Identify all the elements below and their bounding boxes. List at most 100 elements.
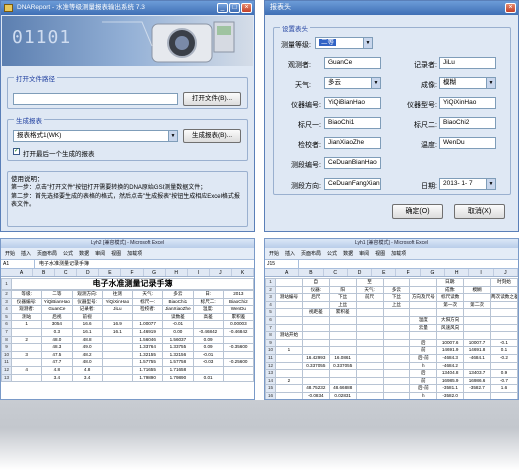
table-cell[interactable] xyxy=(275,323,303,333)
ribbon-tab[interactable]: 视图 xyxy=(111,248,121,259)
table-cell[interactable]: -4684.3 xyxy=(436,353,465,363)
table-cell[interactable]: 多云 xyxy=(382,285,411,295)
table-cell[interactable] xyxy=(10,327,43,337)
table-cell[interactable]: 自 xyxy=(301,278,330,287)
table-cell[interactable] xyxy=(328,278,357,287)
table-cell[interactable] xyxy=(301,323,330,333)
instr-no-input[interactable]: YiQiBianHao xyxy=(324,97,381,109)
table-cell[interactable]: 13404.8 xyxy=(436,369,465,378)
table-cell[interactable]: 48.8 xyxy=(71,335,103,345)
table-cell[interactable]: -3581.1 xyxy=(436,384,465,393)
table-cell[interactable]: 天气: xyxy=(131,290,164,299)
table-cell[interactable]: 日期: xyxy=(436,278,465,287)
table-cell[interactable]: 第一次 xyxy=(436,300,465,310)
open-file-button[interactable]: 打开文件(B)... xyxy=(183,92,241,106)
table-cell[interactable]: 1 xyxy=(10,320,43,329)
rod1-input[interactable]: BiaoChi1 xyxy=(324,117,381,129)
table-cell[interactable] xyxy=(382,384,411,393)
table-cell[interactable] xyxy=(355,353,384,363)
table-cell[interactable]: 时刻始 xyxy=(490,278,518,287)
table-cell[interactable] xyxy=(328,315,357,325)
table-cell[interactable]: 下丝 xyxy=(328,293,357,302)
table-cell[interactable]: -0.03 xyxy=(192,358,224,367)
table-cell[interactable]: 仪器编号: xyxy=(10,297,43,307)
table-cell[interactable]: 后 xyxy=(409,369,438,378)
table-cell[interactable]: 多云 xyxy=(162,290,194,299)
column-header[interactable]: C xyxy=(324,269,348,276)
table-cell[interactable]: 上丝 xyxy=(328,300,357,310)
table-cell[interactable]: 大阳方向 xyxy=(436,315,465,325)
instr-model-input[interactable]: YiQiXinHao xyxy=(439,97,496,109)
column-header[interactable]: A xyxy=(11,269,34,276)
table-cell[interactable]: 16.6 xyxy=(71,320,103,329)
table-cell[interactable] xyxy=(409,278,438,287)
table-cell[interactable] xyxy=(382,308,411,317)
table-cell[interactable] xyxy=(355,361,384,371)
table-cell[interactable] xyxy=(382,315,411,325)
table-cell[interactable]: 48.3 xyxy=(41,343,73,352)
section-dir-input[interactable]: CeDuanFangXian xyxy=(324,178,381,190)
table-cell[interactable] xyxy=(436,331,465,340)
table-cell[interactable]: 3054 xyxy=(41,320,73,329)
table-cell[interactable] xyxy=(463,323,491,333)
table-cell[interactable]: 0.337055 xyxy=(301,361,330,371)
table-cell[interactable]: -0.7 xyxy=(490,376,518,386)
table-cell[interactable]: 16.0861 xyxy=(328,353,357,363)
table-cell[interactable] xyxy=(301,315,330,325)
table-cell[interactable] xyxy=(382,361,411,371)
table-cell[interactable]: 前尺 xyxy=(355,293,384,302)
column-header[interactable]: A xyxy=(275,269,300,276)
ribbon-tab[interactable]: 数据 xyxy=(343,248,353,259)
imaging-select[interactable]: 模糊 ▼ xyxy=(439,77,496,89)
table-cell[interactable] xyxy=(222,365,254,375)
table-cell[interactable]: 1.32155 xyxy=(131,350,164,360)
table-cell[interactable]: BiaoChi1 xyxy=(162,297,194,307)
table-cell[interactable]: 14691.8 xyxy=(463,346,491,355)
table-cell[interactable]: 10007.7 xyxy=(463,338,491,348)
ribbon-tab[interactable]: 公式 xyxy=(327,248,337,259)
table-cell[interactable]: h xyxy=(409,391,438,399)
table-cell[interactable] xyxy=(355,384,384,393)
table-cell[interactable]: 累积差 xyxy=(328,308,357,317)
table-cell[interactable]: 成像: xyxy=(436,285,465,295)
table-cell[interactable] xyxy=(328,338,357,348)
table-cell[interactable] xyxy=(355,338,384,348)
table-cell[interactable]: 1.00077 xyxy=(131,320,164,329)
ribbon-tab[interactable]: 开始 xyxy=(5,248,15,259)
column-header[interactable]: G xyxy=(144,269,166,276)
table-cell[interactable]: 1.33764 xyxy=(131,343,164,352)
table-cell[interactable]: 仪器型号: xyxy=(71,297,103,307)
table-cell[interactable]: 1.79890 xyxy=(131,373,164,383)
table-cell[interactable]: 仪器: xyxy=(301,285,330,295)
table-cell[interactable]: 1.56037 xyxy=(162,335,194,345)
table-cell[interactable]: -0.2 xyxy=(490,353,518,363)
table-cell[interactable] xyxy=(490,323,518,333)
table-cell[interactable]: 云量 xyxy=(409,323,438,333)
table-cell[interactable]: -0.01 xyxy=(162,320,194,329)
table-cell[interactable]: 检校者: xyxy=(131,305,164,314)
open-after-checkbox[interactable]: ✓ xyxy=(13,148,20,155)
column-header[interactable]: D xyxy=(348,269,373,276)
cancel-button[interactable]: 取消(X) xyxy=(454,204,505,219)
table-cell[interactable]: 0.1 xyxy=(490,346,518,355)
table-cell[interactable]: 前视 xyxy=(71,312,103,322)
ribbon-tab[interactable]: 插入 xyxy=(285,248,295,259)
column-header[interactable]: D xyxy=(77,269,100,276)
table-cell[interactable] xyxy=(490,361,518,371)
table-cell[interactable]: 阳 xyxy=(328,285,357,295)
table-cell[interactable]: 0.01 xyxy=(192,373,224,383)
table-cell[interactable]: 等级: xyxy=(10,290,43,299)
table-cell[interactable]: -0.1 xyxy=(490,338,518,348)
table-cell[interactable]: 后-前 xyxy=(409,384,438,393)
observer-input[interactable]: GuanCe xyxy=(324,57,381,69)
table-cell[interactable]: -0.0834 xyxy=(301,391,330,399)
table-cell[interactable] xyxy=(301,376,330,386)
table-cell[interactable]: 1.6 xyxy=(490,384,518,393)
column-header[interactable]: F xyxy=(121,269,144,276)
table-cell[interactable]: YiQiBianHao xyxy=(41,297,73,307)
temp-input[interactable]: WenDu xyxy=(439,137,496,149)
table-cell[interactable] xyxy=(275,278,303,287)
table-cell[interactable]: 13403.7 xyxy=(463,369,491,378)
table-cell[interactable]: YiQiXinHao xyxy=(101,297,134,307)
table-cell[interactable] xyxy=(275,338,303,348)
